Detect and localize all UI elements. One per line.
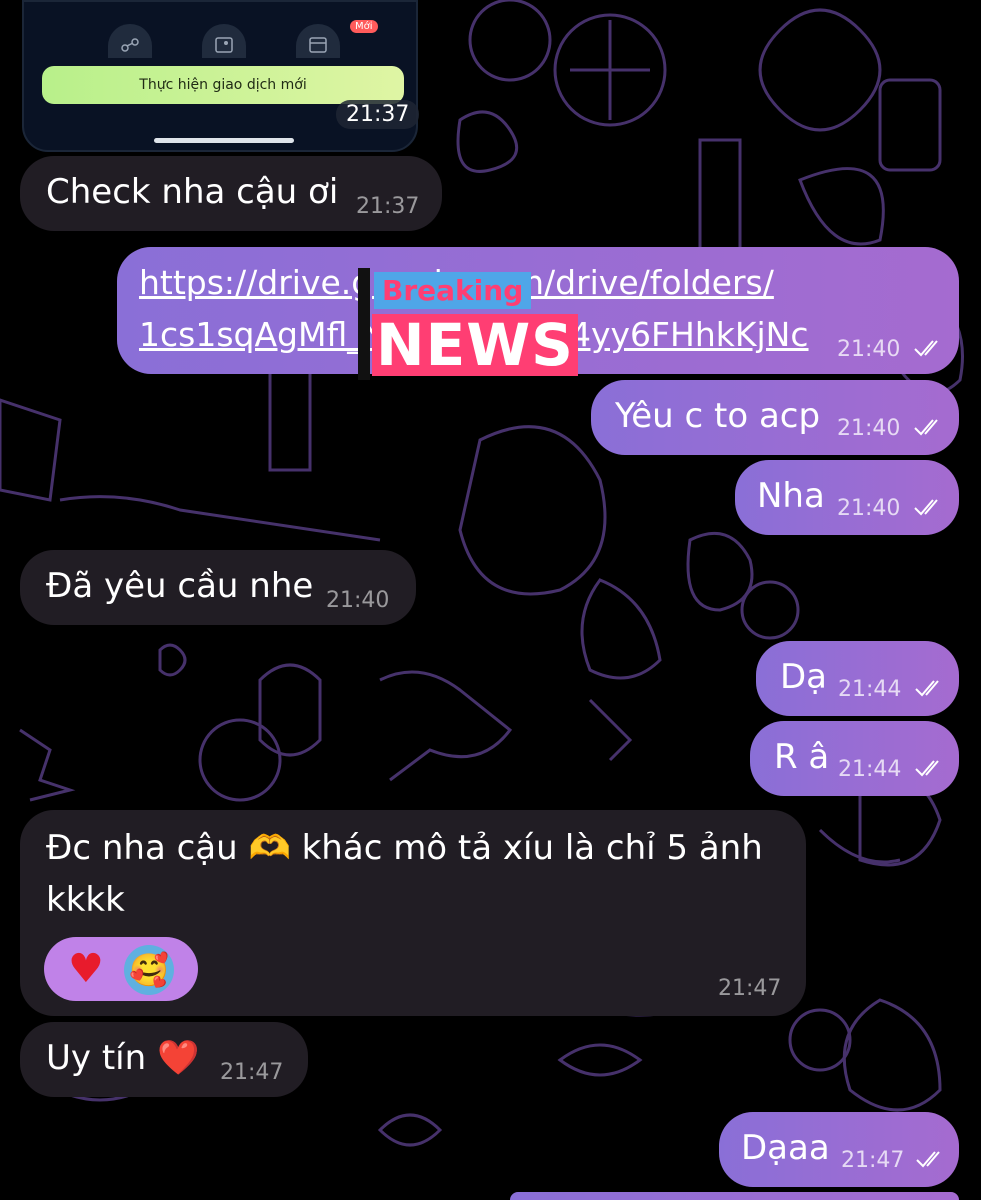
message-incoming[interactable]: Uy tín ❤️ 21:47 [20, 1022, 308, 1097]
message-text: Uy tín ❤️ [46, 1038, 200, 1078]
breaking-news-sticker: Breaking NEWS [358, 268, 580, 380]
message-time: 21:40 [837, 337, 901, 362]
message-text-line2: kkkk [46, 880, 125, 920]
sticker-bottom-text: NEWS [372, 314, 578, 376]
double-check-icon [915, 680, 939, 697]
message-outgoing[interactable]: R â 21:44 [750, 721, 959, 796]
message-time: 21:47 [841, 1148, 905, 1173]
message-outgoing[interactable]: Dạ 21:44 [756, 641, 959, 716]
message-text: Dạ [780, 657, 828, 697]
message-time: 21:40 [837, 416, 901, 441]
double-check-icon [915, 760, 939, 777]
reactor-avatar: 🥰 [124, 945, 174, 995]
message-incoming[interactable]: Check nha cậu ơi 21:37 [20, 156, 442, 231]
double-check-icon [914, 340, 938, 357]
message-time: 21:44 [838, 677, 902, 702]
double-check-icon [914, 499, 938, 516]
message-time: 21:40 [326, 588, 390, 613]
message-text: Dạaa [741, 1128, 830, 1168]
double-check-icon [916, 1151, 940, 1168]
message-text: Check nha cậu ơi [46, 172, 339, 212]
message-outgoing[interactable]: Yêu c to acp 21:40 [591, 380, 959, 455]
message-outgoing[interactable]: Dạaa 21:47 [719, 1112, 959, 1187]
message-text: Yêu c to acp [615, 396, 821, 436]
message-outgoing-partial [510, 1192, 959, 1200]
message-time: 21:37 [336, 100, 420, 129]
message-text-line1: Đc nha cậu 🫶 khác mô tả xíu là chỉ 5 ảnh [46, 828, 763, 868]
payment-screenshot[interactable]: Mới Thực hiện giao dịch mới 21:37 [22, 0, 420, 152]
new-transaction-button: Thực hiện giao dịch mới [42, 66, 404, 104]
message-incoming[interactable]: Đã yêu cầu nhe 21:40 [20, 550, 416, 625]
message-time: 21:47 [220, 1060, 284, 1085]
gallery-icon [202, 24, 246, 58]
home-indicator [154, 138, 294, 143]
new-badge: Mới [350, 20, 378, 33]
message-text: R â [774, 737, 830, 777]
message-time: 21:47 [718, 976, 782, 1001]
heart-reaction-icon: ♥ [68, 946, 104, 992]
message-time: 21:37 [356, 194, 420, 219]
sticker-top-text: Breaking [374, 272, 532, 309]
message-text: Nha [757, 476, 825, 516]
reactions-pill[interactable]: ♥ 🥰 [44, 937, 198, 1001]
message-time: 21:44 [838, 757, 902, 782]
message-time: 21:40 [837, 496, 901, 521]
message-outgoing[interactable]: Nha 21:40 [735, 460, 959, 535]
message-text: Đã yêu cầu nhe [46, 566, 314, 606]
share-icon [108, 24, 152, 58]
wallet-icon [296, 24, 340, 58]
double-check-icon [914, 419, 938, 436]
